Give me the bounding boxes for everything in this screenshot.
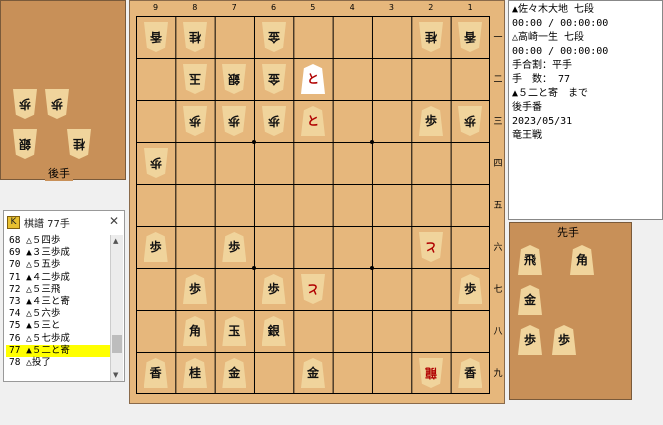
kifu-move-list[interactable]: 68 △５四歩 69 ▲３三歩成 70 △５五歩 71 ▲４二歩成 72 △５三飛 73 … (6, 235, 112, 381)
gote-piece[interactable]: 金 (262, 64, 286, 94)
gote-piece[interactable]: と (419, 232, 443, 262)
gote-piece[interactable]: 桂 (419, 22, 443, 52)
close-icon[interactable]: ✕ (109, 214, 119, 228)
sente-piece[interactable]: 歩 (222, 232, 247, 262)
gote-piece[interactable]: 歩 (458, 106, 482, 136)
rank-number: 九 (493, 369, 503, 379)
gote-piece[interactable]: 桂 (183, 22, 207, 52)
file-number: 9 (152, 3, 159, 12)
gote-piece[interactable]: 銀 (222, 64, 246, 94)
last-move: ▲５二と寄 まで (512, 88, 589, 99)
file-number: 4 (349, 3, 355, 12)
rank-number: 七 (493, 285, 503, 295)
kifu-move[interactable]: 71 ▲４二歩成 (6, 272, 112, 284)
kifu-move[interactable]: 76 △５七歩成 (6, 333, 112, 345)
sente-piece[interactable]: 玉 (222, 316, 247, 346)
sente-label: 先手 (554, 224, 582, 240)
event: 竜王戦 (512, 130, 542, 141)
star-point (251, 140, 256, 144)
gote-hand-piece[interactable]: 銀 (13, 129, 37, 159)
sente-piece[interactable]: 歩 (418, 106, 443, 136)
kifu-move[interactable]: 78 △投了 (6, 357, 112, 369)
sente-hand-piece[interactable]: 歩 (552, 325, 576, 355)
sente-piece[interactable]: 歩 (143, 232, 168, 262)
rank-number: 八 (493, 327, 503, 337)
gote-piece[interactable]: と (301, 274, 325, 304)
sente-piece[interactable]: 金 (300, 358, 325, 388)
rank-number: 六 (493, 243, 503, 253)
sente-piece[interactable]: 銀 (261, 316, 286, 346)
kifu-title: 棋譜 77手 (24, 218, 70, 230)
scroll-down-icon[interactable]: ▼ (113, 371, 118, 379)
kifu-window[interactable]: K 棋譜 77手 ✕ 68 △５四歩 69 ▲３三歩成 70 △５五歩 71 ▲４二歩… (3, 210, 125, 382)
sente-piece[interactable]: 香 (458, 358, 483, 388)
rank-number: 三 (493, 117, 503, 127)
kifu-move[interactable]: 74 △５六歩 (6, 308, 112, 320)
sente-player: ▲佐々木大地 七段 (512, 4, 595, 15)
gote-piece[interactable]: 金 (262, 22, 286, 52)
file-number: 7 (231, 3, 237, 12)
rank-number: 一 (493, 33, 503, 43)
kifu-scrollbar[interactable]: ▲ ▼ (110, 235, 123, 381)
kifu-move[interactable]: 73 ▲４三と寄 (6, 296, 112, 308)
file-number: 2 (428, 3, 434, 12)
gote-player: △高崎一生 七段 (512, 32, 585, 43)
sente-hand-piece[interactable]: 歩 (518, 325, 542, 355)
sente-piece[interactable]: 金 (222, 358, 247, 388)
date: 2023/05/31 (512, 116, 573, 127)
gote-piece[interactable]: 龍 (419, 358, 443, 388)
rank-number: 二 (493, 75, 503, 85)
kifu-move[interactable]: 72 △５三飛 (6, 284, 112, 296)
gote-piece[interactable]: 歩 (222, 106, 246, 136)
sente-hand-piece[interactable]: 角 (570, 245, 594, 275)
gote-time: 00:00 / 00:00:00 (512, 46, 609, 57)
rank-number: 五 (493, 201, 503, 211)
sente-piece[interactable]: 歩 (261, 274, 286, 304)
gote-label: 後手 (45, 165, 73, 181)
star-point (369, 266, 374, 270)
gote-hand[interactable]: 歩歩銀桂 後手 (0, 0, 126, 181)
turn: 後手番 (512, 102, 542, 113)
kifu-move[interactable]: 68 △５四歩 (6, 235, 112, 247)
kifu-move[interactable]: 70 △５五歩 (6, 259, 112, 271)
sente-piece[interactable]: と (300, 64, 325, 94)
file-number: 6 (270, 3, 277, 12)
gote-piece[interactable]: 玉 (183, 64, 207, 94)
scroll-up-icon[interactable]: ▲ (113, 237, 118, 245)
file-number: 1 (467, 3, 473, 12)
sente-hand-piece[interactable]: 金 (518, 285, 542, 315)
gote-piece[interactable]: 歩 (262, 106, 286, 136)
sente-hand-piece[interactable]: 飛 (518, 245, 542, 275)
gote-hand-piece[interactable]: 桂 (67, 129, 91, 159)
gote-piece[interactable]: 香 (458, 22, 482, 52)
kifu-move[interactable]: 77 ▲５二と寄 (6, 344, 112, 358)
gote-hand-piece[interactable]: 歩 (45, 89, 69, 119)
handicap: 手合割：平手 (512, 60, 572, 71)
gote-piece[interactable]: 歩 (183, 106, 207, 136)
file-number: 8 (192, 3, 198, 12)
sente-time: 00:00 / 00:00:00 (512, 18, 609, 29)
kifu-move[interactable]: 75 ▲５三と (6, 320, 112, 332)
sente-piece[interactable]: 桂 (182, 358, 207, 388)
scroll-thumb[interactable] (112, 335, 122, 353)
kifu-app-icon: K (7, 215, 20, 229)
star-point (369, 140, 374, 144)
move-count: 手 数： 77 (512, 74, 571, 85)
sente-piece[interactable]: 香 (143, 358, 168, 388)
sente-piece[interactable]: 角 (182, 316, 207, 346)
game-info-panel: ▲佐々木大地 七段 00:00 / 00:00:00 △高崎一生 七段 00:0… (508, 0, 663, 220)
file-number: 3 (388, 3, 395, 12)
sente-piece[interactable]: 歩 (458, 274, 483, 304)
kifu-move[interactable]: 69 ▲３三歩成 (6, 247, 112, 259)
sente-piece[interactable]: 歩 (182, 274, 207, 304)
gote-piece[interactable]: 香 (144, 22, 168, 52)
sente-piece[interactable]: と (300, 106, 325, 136)
sente-hand[interactable]: 先手 飛角金歩歩 (509, 222, 632, 400)
file-number: 5 (310, 3, 316, 12)
gote-piece[interactable]: 歩 (144, 148, 168, 178)
gote-hand-piece[interactable]: 歩 (13, 89, 37, 119)
kifu-titlebar[interactable]: K 棋譜 77手 (4, 211, 124, 233)
star-point (251, 266, 256, 270)
rank-number: 四 (493, 159, 503, 169)
